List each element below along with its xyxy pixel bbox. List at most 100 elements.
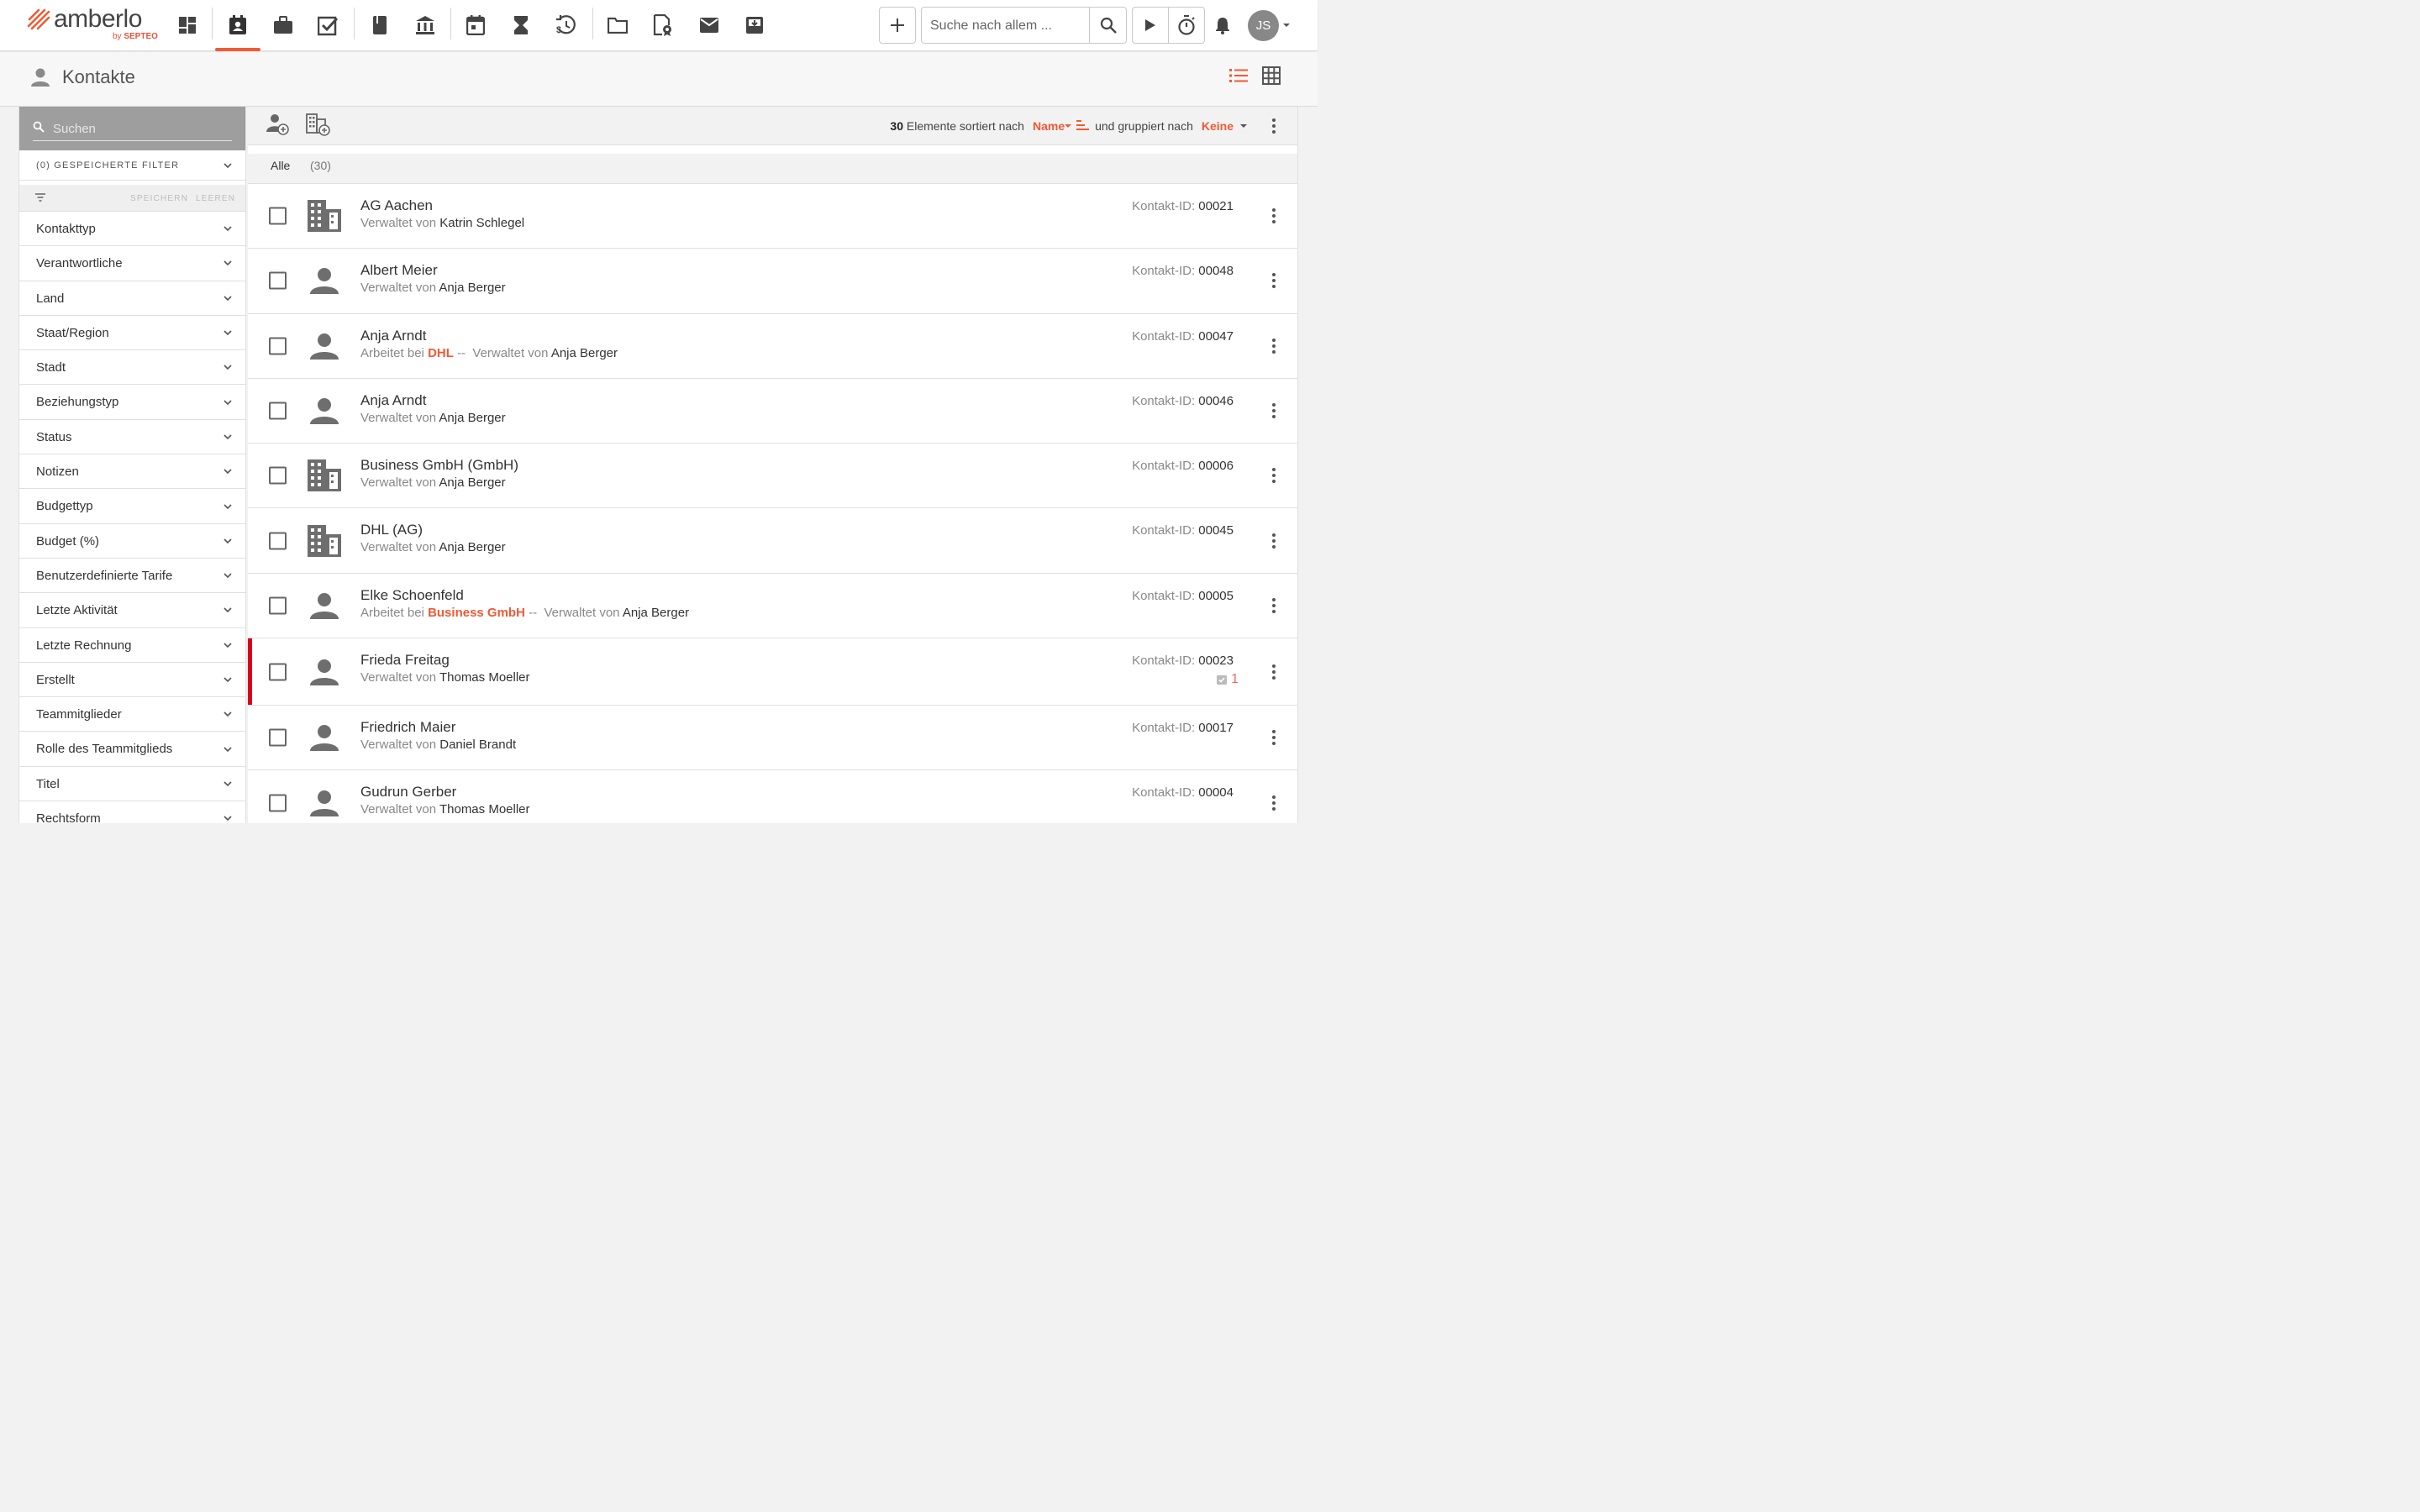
filter-item[interactable]: Land: [19, 281, 245, 316]
contact-row[interactable]: Anja Arndt Verwaltet von Anja Berger Kon…: [248, 378, 1297, 444]
contact-row[interactable]: Gudrun Gerber Verwaltet von Thomas Moell…: [248, 770, 1297, 823]
save-filter-button[interactable]: SPEICHERN: [130, 194, 188, 203]
contact-name[interactable]: Anja Arndt: [360, 392, 426, 409]
contact-name[interactable]: Albert Meier: [360, 262, 438, 279]
row-options-button[interactable]: [1269, 663, 1279, 681]
contact-name[interactable]: Business GmbH (GmbH): [360, 457, 518, 474]
time-money-icon[interactable]: $: [551, 10, 581, 40]
add-company-button[interactable]: [305, 112, 332, 139]
avatar[interactable]: JS: [1248, 10, 1279, 41]
filter-item[interactable]: Titel: [19, 767, 245, 802]
folder-icon[interactable]: [602, 10, 633, 40]
contact-name[interactable]: Friedrich Maier: [360, 719, 455, 736]
contact-row[interactable]: AG Aachen Verwaltet von Katrin Schlegel …: [248, 184, 1297, 249]
filter-item[interactable]: Beziehungstyp: [19, 385, 245, 420]
chevron-down-icon: [224, 816, 232, 822]
filter-item[interactable]: Erstellt: [19, 663, 245, 698]
book-icon[interactable]: [365, 10, 395, 40]
calendar-icon[interactable]: [460, 10, 491, 40]
filter-item[interactable]: Staat/Region: [19, 316, 245, 351]
filter-item[interactable]: Teammitglieder: [19, 697, 245, 732]
filter-item[interactable]: Letzte Rechnung: [19, 628, 245, 663]
add-button[interactable]: [879, 7, 916, 44]
filter-item[interactable]: Kontakttyp: [19, 212, 245, 247]
play-icon: [1144, 19, 1155, 31]
bank-icon[interactable]: [410, 10, 440, 40]
row-options-button[interactable]: [1269, 596, 1279, 615]
add-person-button[interactable]: [265, 112, 292, 139]
saved-filters-dropdown[interactable]: (0) GESPEICHERTE FILTER: [19, 150, 245, 181]
inbox-icon[interactable]: [739, 10, 770, 40]
filter-item[interactable]: Letzte Aktivität: [19, 593, 245, 628]
row-checkbox[interactable]: [269, 596, 287, 615]
contact-name[interactable]: Frieda Freitag: [360, 652, 450, 669]
filter-item[interactable]: Benutzerdefinierte Tarife: [19, 559, 245, 594]
hourglass-icon[interactable]: [506, 10, 536, 40]
grid-view-button[interactable]: [1262, 66, 1284, 88]
list-options-button[interactable]: [1269, 117, 1279, 135]
employer-link[interactable]: DHL: [428, 346, 454, 360]
row-checkbox[interactable]: [269, 466, 287, 485]
row-checkbox[interactable]: [269, 663, 287, 681]
filter-item[interactable]: Status: [19, 420, 245, 455]
row-checkbox[interactable]: [269, 728, 287, 747]
contact-name[interactable]: Anja Arndt: [360, 328, 426, 344]
row-options-button[interactable]: [1269, 532, 1279, 550]
filter-item[interactable]: Verantwortliche: [19, 246, 245, 281]
row-options-button[interactable]: [1269, 207, 1279, 225]
contact-row[interactable]: Friedrich Maier Verwaltet von Daniel Bra…: [248, 706, 1297, 771]
row-checkbox[interactable]: [269, 402, 287, 420]
task-badge[interactable]: 1: [1216, 672, 1239, 687]
row-options-button[interactable]: [1269, 271, 1279, 290]
contact-row[interactable]: Business GmbH (GmbH) Verwaltet von Anja …: [248, 444, 1297, 509]
contact-name[interactable]: AG Aachen: [360, 197, 433, 214]
contact-row[interactable]: Anja Arndt Arbeitet bei DHL -- Verwaltet…: [248, 313, 1297, 379]
manager-name: Anja Berger: [439, 475, 506, 491]
clear-filter-button[interactable]: LEEREN: [196, 194, 235, 203]
sort-order-icon[interactable]: [1076, 120, 1090, 132]
row-checkbox[interactable]: [269, 207, 287, 225]
stopwatch-button[interactable]: [1169, 8, 1205, 43]
group-by-dropdown[interactable]: Keine: [1202, 119, 1247, 133]
filter-item[interactable]: Rechtsform: [19, 801, 245, 823]
filter-item[interactable]: Notizen: [19, 454, 245, 490]
dashboard-icon[interactable]: [172, 10, 203, 40]
row-checkbox[interactable]: [269, 794, 287, 812]
contact-name[interactable]: Gudrun Gerber: [360, 784, 456, 801]
bell-icon[interactable]: [1207, 10, 1238, 40]
row-options-button[interactable]: [1269, 466, 1279, 485]
mail-icon[interactable]: [694, 10, 724, 40]
contact-row[interactable]: Albert Meier Verwaltet von Anja Berger K…: [248, 249, 1297, 314]
row-checkbox[interactable]: [269, 532, 287, 550]
play-button[interactable]: [1133, 8, 1169, 43]
list-view-button[interactable]: [1228, 67, 1252, 91]
filter-item[interactable]: Stadt: [19, 350, 245, 386]
sidebar-search-input[interactable]: [53, 118, 229, 139]
search-button[interactable]: [1089, 8, 1126, 43]
contacts-icon[interactable]: [223, 10, 253, 40]
filter-item[interactable]: Budgettyp: [19, 489, 245, 524]
row-options-button[interactable]: [1269, 728, 1279, 747]
filter-item[interactable]: Rolle des Teammitglieds: [19, 732, 245, 767]
contact-name[interactable]: Elke Schoenfeld: [360, 587, 464, 604]
row-options-button[interactable]: [1269, 402, 1279, 420]
global-search-input[interactable]: [930, 16, 1090, 36]
sort-by-dropdown[interactable]: Name: [1033, 119, 1072, 133]
caret-down-icon[interactable]: [1282, 23, 1291, 28]
filter-item[interactable]: Budget (%): [19, 524, 245, 559]
employer-link[interactable]: Business GmbH: [428, 606, 525, 620]
contact-row[interactable]: Elke Schoenfeld Arbeitet bei Business Gm…: [248, 573, 1297, 639]
tasks-icon[interactable]: [313, 10, 344, 40]
row-checkbox[interactable]: [269, 271, 287, 290]
document-seal-icon[interactable]: [648, 10, 678, 40]
contact-row[interactable]: Frieda Freitag Verwaltet von Thomas Moel…: [248, 638, 1297, 706]
amberlo-logo[interactable]: amberlo by SEPTEO: [27, 5, 161, 44]
row-options-button[interactable]: [1269, 794, 1279, 812]
filter-label: Verantwortliche: [36, 256, 123, 271]
row-options-button[interactable]: [1269, 337, 1279, 355]
row-checkbox[interactable]: [269, 337, 287, 355]
contact-row[interactable]: DHL (AG) Verwaltet von Anja Berger Konta…: [248, 508, 1297, 574]
contact-name[interactable]: DHL (AG): [360, 522, 423, 538]
managed-label: Verwaltet von: [360, 802, 437, 817]
briefcase-icon[interactable]: [268, 10, 298, 40]
